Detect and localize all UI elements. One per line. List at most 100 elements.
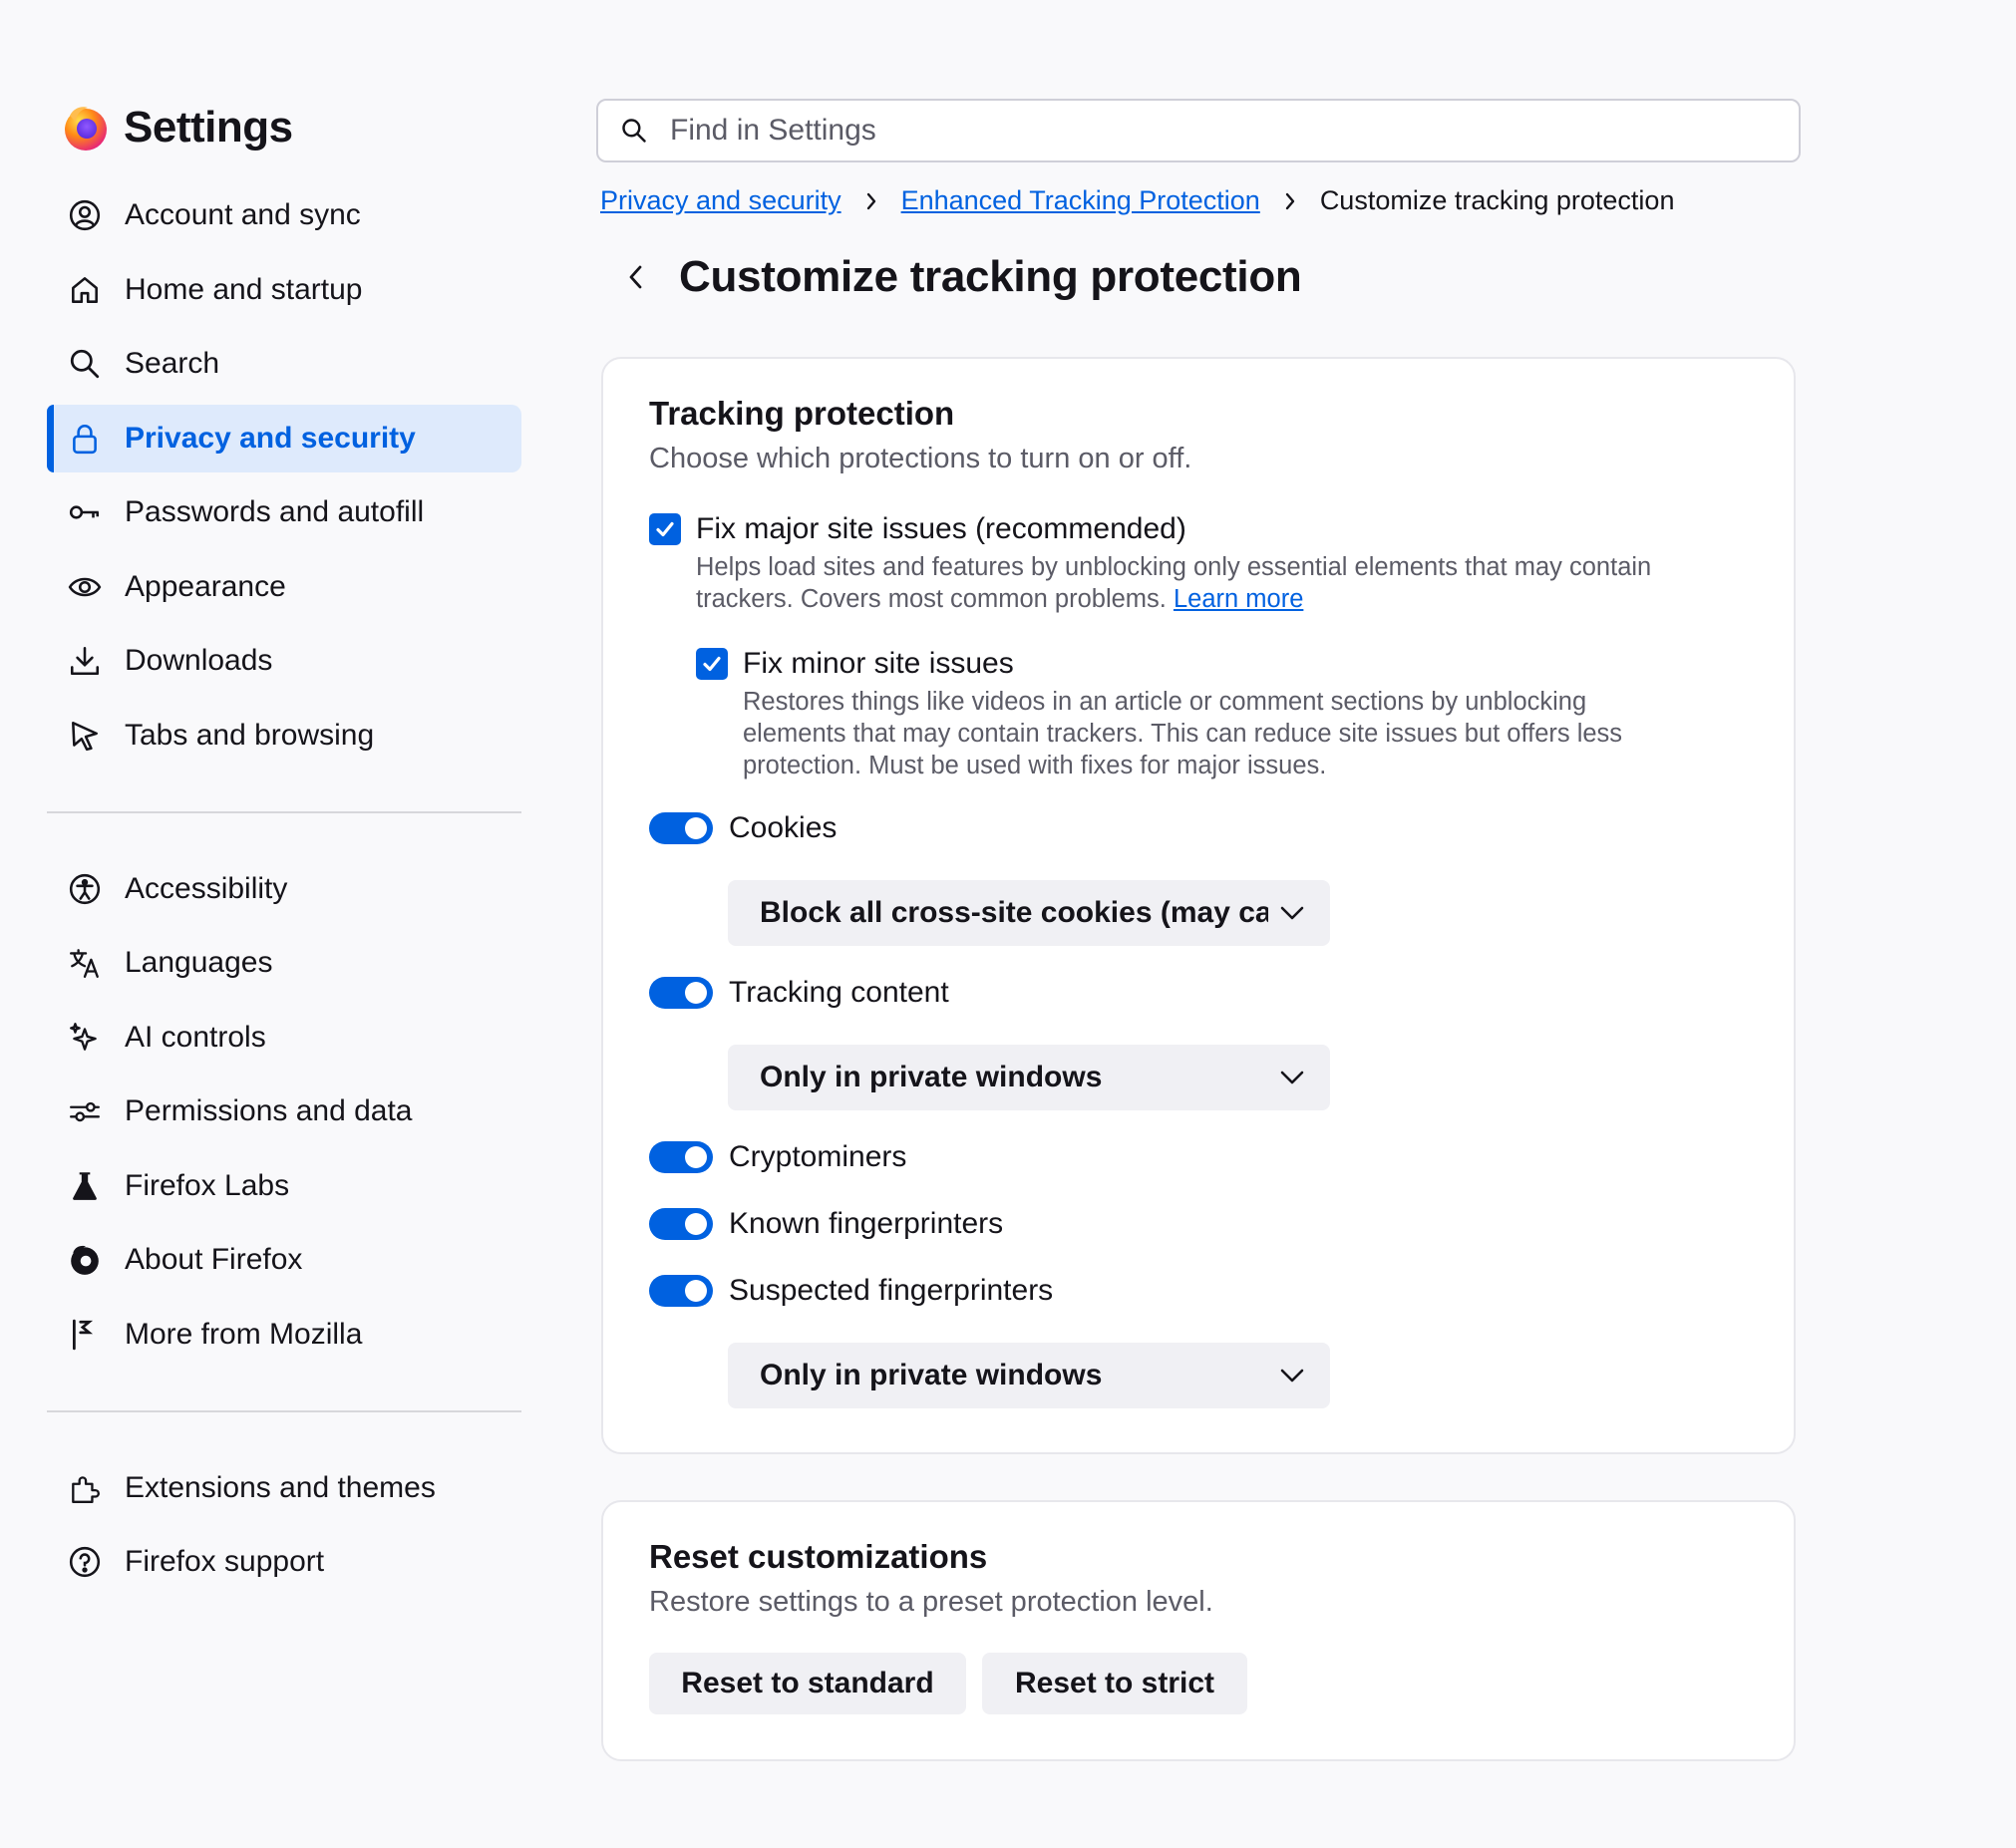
suspected-fingerprinters-label: Suspected fingerprinters (729, 1274, 1054, 1307)
breadcrumb-current: Customize tracking protection (1319, 185, 1675, 215)
sidebar-item-about-firefox[interactable]: About Firefox (47, 1226, 521, 1294)
fix-major-desc-line: Helps load sites and features by unblock… (696, 553, 1652, 581)
sidebar-item-privacy-and-security[interactable]: Privacy and security (47, 404, 521, 472)
sidebar-item-languages[interactable]: Languages (47, 929, 521, 997)
known-fingerprinters-label: Known fingerprinters (729, 1207, 1004, 1240)
sidebar-item-label: Extensions and themes (125, 1470, 436, 1504)
back-button[interactable] (618, 259, 654, 295)
sidebar-item-permissions-and-data[interactable]: Permissions and data (47, 1078, 521, 1145)
settings-brand: Settings (62, 98, 293, 157)
sidebar-item-home-and-startup[interactable]: Home and startup (47, 256, 521, 324)
suspected-fingerprinters-toggle[interactable] (649, 1275, 713, 1307)
fix-minor-desc-line: protection. Must be used with fixes for … (743, 752, 1327, 779)
sidebar-item-appearance[interactable]: Appearance (47, 553, 521, 621)
tracking-content-label: Tracking content (729, 976, 949, 1009)
suspected-fingerprinters-select-value: Only in private windows (760, 1359, 1103, 1391)
key-icon (67, 494, 103, 530)
search-input[interactable] (670, 114, 1767, 148)
fix-minor-description: Restores things like videos in an articl… (743, 686, 1622, 781)
chevron-right-icon (863, 191, 879, 211)
sidebar-item-label: More from Mozilla (125, 1317, 363, 1351)
cookies-select-value: Block all cross-site cookies (may cause … (760, 896, 1268, 929)
firefox-logo-icon (65, 107, 107, 151)
sidebar-item-tabs-and-browsing[interactable]: Tabs and browsing (47, 702, 521, 770)
fix-major-checkbox[interactable] (649, 513, 681, 545)
cryptominers-label: Cryptominers (729, 1140, 907, 1173)
sidebar: Account and sync Home and startup Search… (47, 181, 521, 1603)
sidebar-item-more-from-mozilla[interactable]: More from Mozilla (47, 1301, 521, 1369)
tracking-protection-title: Tracking protection (649, 395, 955, 432)
sidebar-item-label: Appearance (125, 569, 286, 603)
tracking-protection-subtitle: Choose which protections to turn on or o… (649, 443, 1192, 474)
sidebar-item-label: Search (125, 347, 220, 380)
sidebar-item-label: Passwords and autofill (125, 495, 425, 528)
flask-icon (67, 1168, 103, 1204)
fix-minor-row[interactable]: Fix minor site issues (696, 647, 1014, 681)
sidebar-divider (47, 810, 521, 813)
sidebar-item-downloads[interactable]: Downloads (47, 627, 521, 695)
search-icon (67, 346, 103, 382)
translate-icon (67, 945, 103, 981)
sidebar-item-extensions-and-themes[interactable]: Extensions and themes (47, 1454, 521, 1522)
sidebar-item-label: Languages (125, 946, 273, 979)
sidebar-item-ai-controls[interactable]: AI controls (47, 1004, 521, 1072)
sidebar-item-firefox-labs[interactable]: Firefox Labs (47, 1152, 521, 1220)
chevron-down-icon (1278, 1065, 1306, 1090)
sidebar-item-search[interactable]: Search (47, 330, 521, 398)
search-box[interactable] (596, 99, 1801, 162)
tracking-content-row: Tracking content (649, 976, 949, 1010)
suspected-fingerprinters-row: Suspected fingerprinters (649, 1274, 1053, 1308)
settings-title: Settings (124, 103, 293, 152)
cryptominers-row: Cryptominers (649, 1140, 906, 1174)
sidebar-item-label: Account and sync (125, 198, 361, 231)
chevron-down-icon (1278, 1363, 1306, 1388)
tracking-content-select-value: Only in private windows (760, 1061, 1103, 1093)
fix-minor-desc-line: Restores things like videos in an articl… (743, 688, 1587, 716)
permissions-icon (67, 1093, 103, 1129)
known-fingerprinters-row: Known fingerprinters (649, 1207, 1003, 1241)
lock-icon (67, 421, 103, 457)
breadcrumb-enhanced-tracking-protection-link[interactable]: Enhanced Tracking Protection (901, 185, 1260, 216)
home-icon (67, 272, 103, 308)
sidebar-item-label: Downloads (125, 644, 273, 677)
fix-major-row[interactable]: Fix major site issues (recommended) (649, 512, 1186, 546)
sparkle-icon (67, 1020, 103, 1056)
reset-to-strict-button[interactable]: Reset to strict (982, 1653, 1247, 1714)
chevron-down-icon (1278, 900, 1306, 926)
reset-customizations-card: Reset customizations Restore settings to… (601, 1500, 1796, 1761)
sidebar-item-label: AI controls (125, 1020, 266, 1054)
fix-minor-checkbox[interactable] (696, 648, 728, 680)
breadcrumb-privacy-and-security-link[interactable]: Privacy and security (600, 185, 841, 216)
page-title: Customize tracking protection (679, 252, 1302, 301)
sidebar-item-passwords-and-autofill[interactable]: Passwords and autofill (47, 478, 521, 546)
sidebar-item-label: Tabs and browsing (125, 718, 375, 752)
cookies-toggle[interactable] (649, 812, 713, 844)
cryptominers-toggle[interactable] (649, 1141, 713, 1173)
sidebar-item-account-and-sync[interactable]: Account and sync (47, 181, 521, 249)
cookies-row: Cookies (649, 811, 837, 845)
reset-to-standard-button[interactable]: Reset to standard (649, 1653, 966, 1714)
sidebar-item-firefox-support[interactable]: Firefox support (47, 1528, 521, 1596)
tracking-protection-card: Tracking protection Choose which protect… (601, 357, 1796, 1454)
sidebar-item-label: About Firefox (125, 1243, 303, 1276)
sidebar-item-label: Firefox support (125, 1545, 325, 1578)
cookies-select[interactable]: Block all cross-site cookies (may cause … (728, 880, 1330, 946)
sidebar-item-label: Firefox Labs (125, 1168, 290, 1202)
checkmark-icon (703, 656, 721, 672)
known-fingerprinters-toggle[interactable] (649, 1208, 713, 1240)
suspected-fingerprinters-select[interactable]: Only in private windows (728, 1343, 1330, 1408)
cookies-label: Cookies (729, 811, 838, 844)
fix-major-desc-line: trackers. Covers most common problems. (696, 585, 1167, 613)
breadcrumb: Privacy and security Enhanced Tracking P… (600, 185, 1674, 216)
sidebar-item-accessibility[interactable]: Accessibility (47, 855, 521, 923)
sidebar-item-label: Privacy and security (125, 421, 416, 455)
help-icon (67, 1544, 103, 1580)
account-icon (67, 197, 103, 233)
chevron-left-icon (629, 265, 642, 289)
tracking-content-toggle[interactable] (649, 977, 713, 1009)
mozilla-icon (67, 1317, 103, 1353)
tracking-content-select[interactable]: Only in private windows (728, 1045, 1330, 1110)
accessibility-icon (67, 871, 103, 907)
sidebar-item-label: Home and startup (125, 272, 363, 306)
learn-more-link[interactable]: Learn more (1174, 585, 1303, 613)
